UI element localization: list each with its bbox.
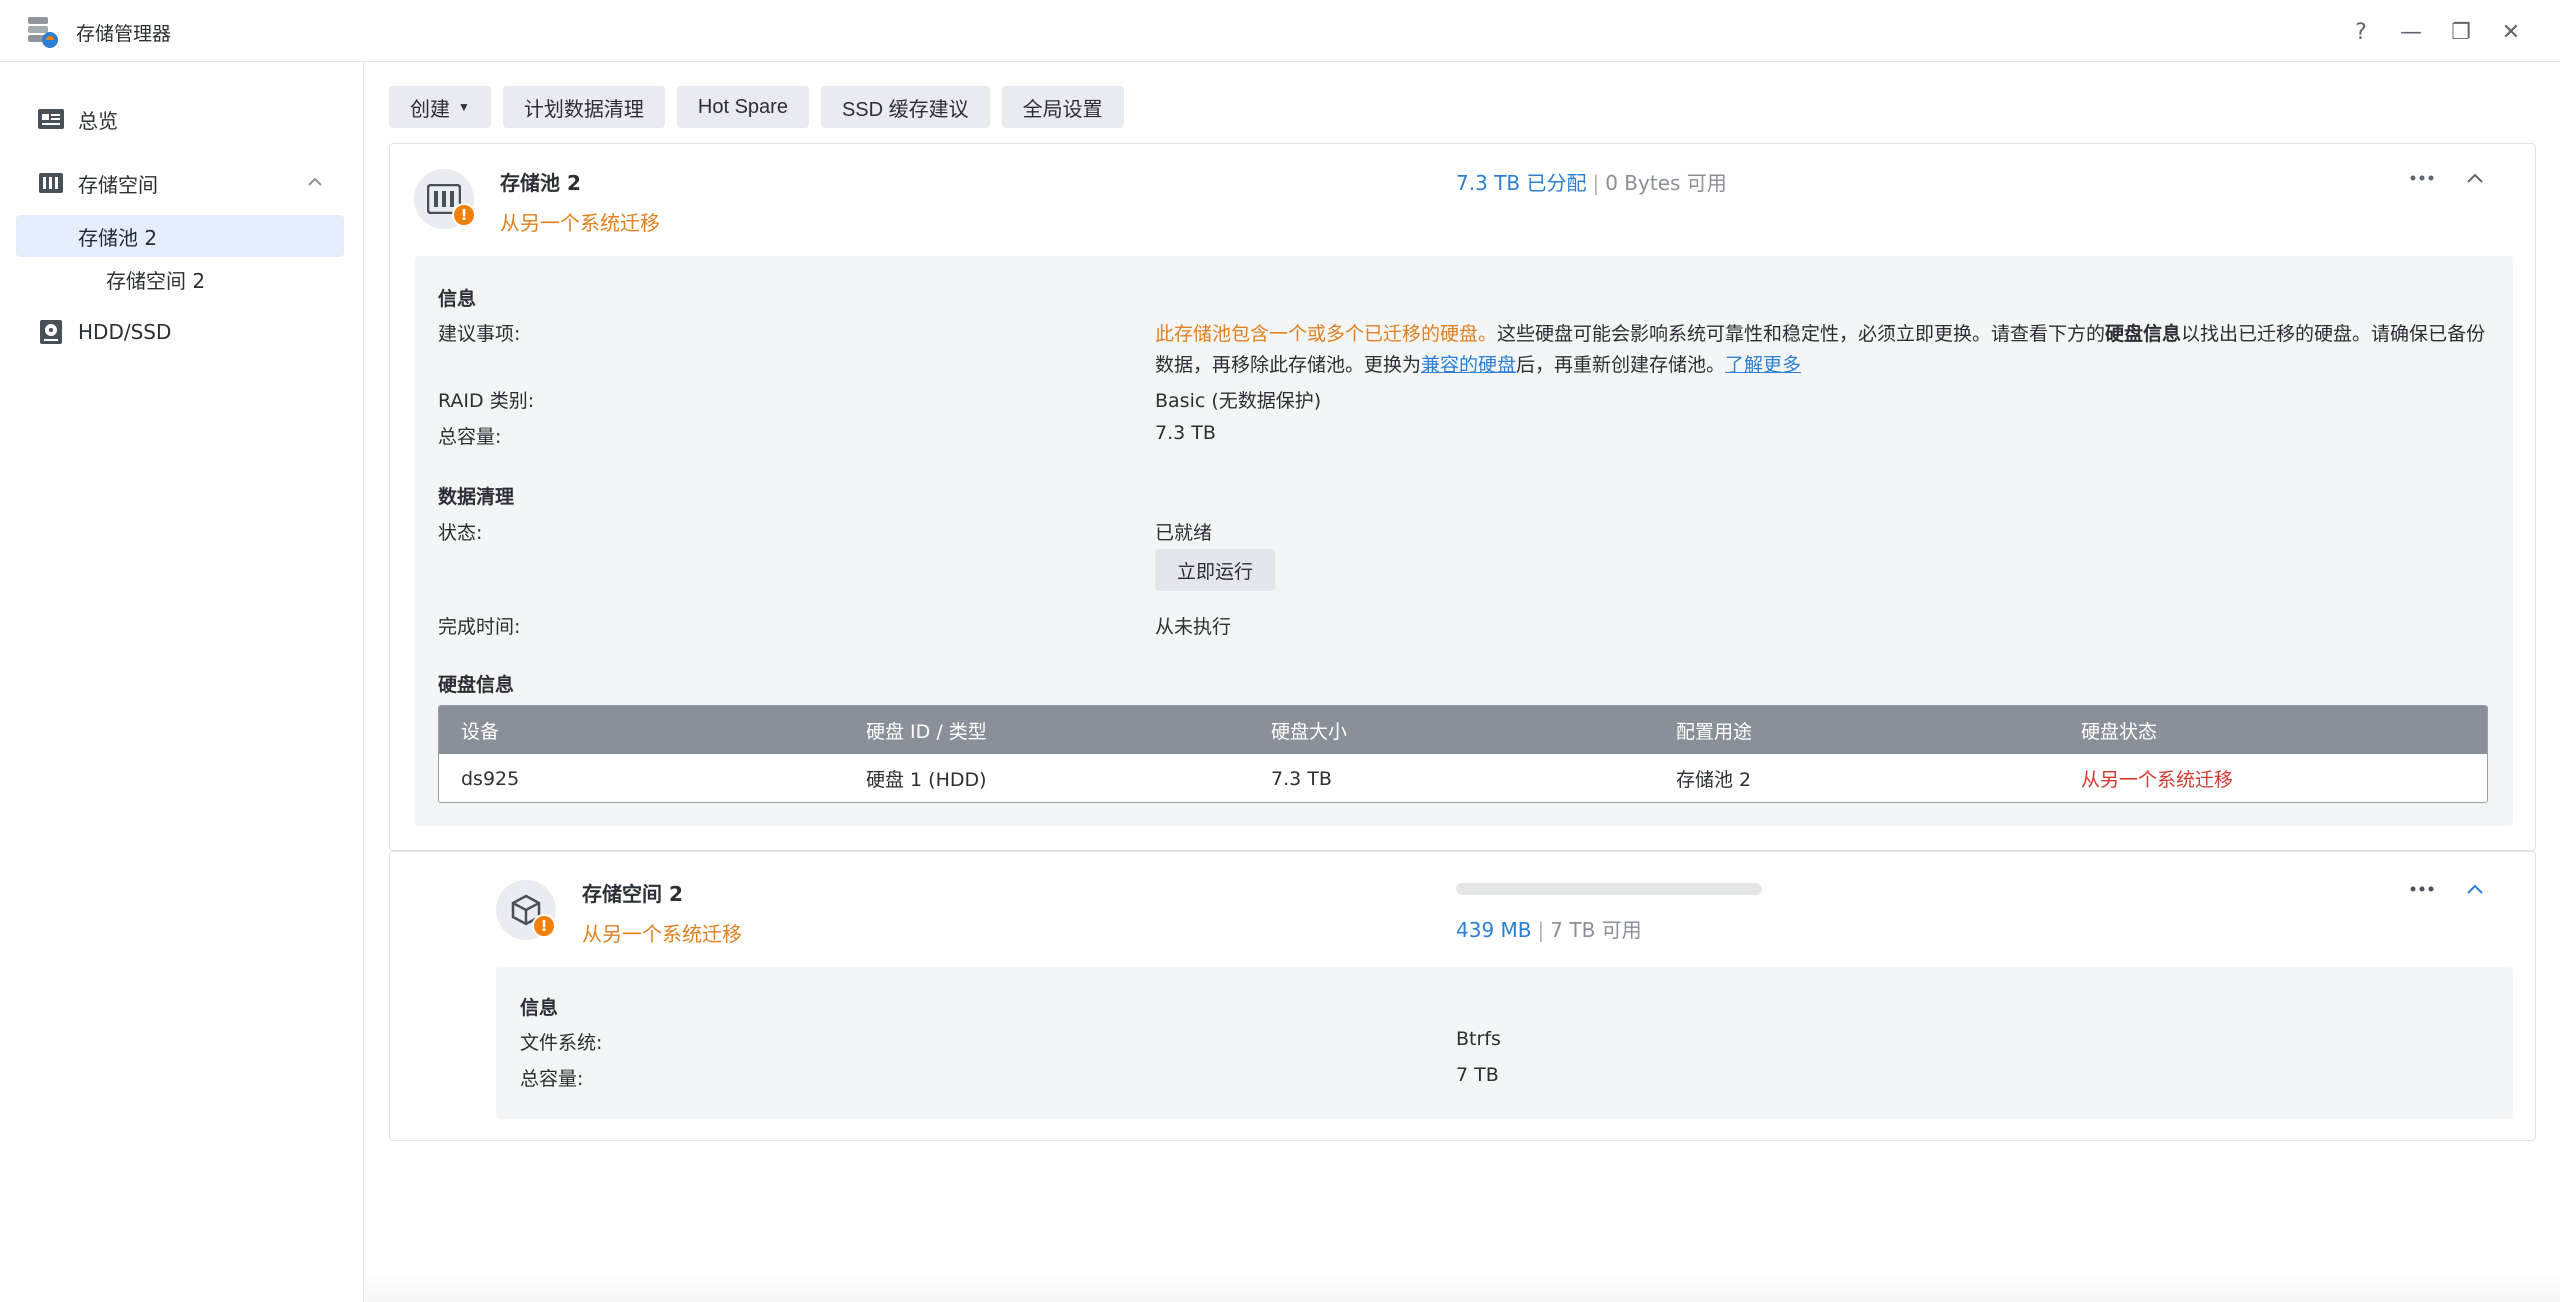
app-title: 存储管理器 [76,23,172,45]
sidebar-item-hdd-ssd[interactable]: HDD/SSD [16,311,344,353]
hot-spare-button[interactable]: Hot Spare [676,86,809,128]
create-button[interactable]: 创建 ▼ [389,86,491,128]
sidebar-item-pool-2[interactable]: 存储池 2 [16,215,344,257]
restore-icon[interactable]: ❐ [2436,14,2486,50]
volume-card: ! 存储空间 2 从另一个系统迁移 439 MB | 7 TB 可用 信息 文件系统… [389,851,2536,1141]
volume-title: 存储空间 2 [582,882,683,906]
sidebar: 总览 存储空间 存储池 2 存储空间 2 HDD/SSD [0,62,364,1302]
filesystem-label: 文件系统: [520,1032,603,1054]
ssd-cache-advice-button[interactable]: SSD 缓存建议 [820,86,990,128]
title-bar: 存储管理器 ? — ❐ ✕ [0,0,2560,62]
sidebar-item-storage[interactable]: 存储空间 [16,162,344,204]
chevron-up-icon[interactable] [304,171,326,193]
scrub-section-title: 数据清理 [438,486,515,508]
cell-disk-status: 从另一个系统迁移 [2081,769,2234,791]
toolbar: 创建 ▼ 计划数据清理 Hot Spare SSD 缓存建议 全局设置 [389,86,1124,128]
pool-status: 从另一个系统迁移 [500,211,660,235]
storage-icon [36,168,66,198]
compatible-disks-link[interactable]: 兼容的硬盘 [1421,354,1516,376]
filesystem-value: Btrfs [1456,1028,1501,1050]
col-disk-size[interactable]: 硬盘大小 [1249,717,1654,744]
capacity-label: 总容量: [520,1068,584,1090]
volume-usage-bar [1456,883,1762,895]
sidebar-item-label: 存储空间 [78,172,158,197]
pool-available: 0 Bytes 可用 [1605,171,1727,195]
collapse-chevron-icon[interactable] [2455,160,2495,196]
sidebar-item-overview[interactable]: 总览 [16,98,344,140]
capacity-label: 总容量: [438,426,502,448]
col-allocation[interactable]: 配置用途 [1654,717,2059,744]
pool-used: 7.3 TB 已分配 [1456,171,1587,195]
more-options-icon[interactable] [2402,871,2442,907]
disk-table-header: 设备 硬盘 ID / 类型 硬盘大小 配置用途 硬盘状态 [439,706,2487,754]
sidebar-item-label: 存储空间 2 [106,268,206,293]
caret-down-icon: ▼ [458,100,470,114]
volume-usage: 439 MB | 7 TB 可用 [1456,918,1642,942]
pool-usage: 7.3 TB 已分配 | 0 Bytes 可用 [1456,171,1727,195]
info-section-title: 信息 [520,997,559,1019]
volume-details-panel: 信息 文件系统: Btrfs 总容量: 7 TB [496,967,2513,1119]
raid-label: RAID 类别: [438,390,535,412]
window-controls: ? — ❐ ✕ [2336,14,2536,50]
volume-status: 从另一个系统迁移 [582,922,742,946]
sidebar-item-label: 总览 [78,108,118,133]
collapse-chevron-icon[interactable] [2455,871,2495,907]
learn-more-link[interactable]: 了解更多 [1725,354,1801,376]
sidebar-item-volume-2[interactable]: 存储空间 2 [16,258,344,300]
disk-info-section-title: 硬盘信息 [438,674,515,696]
table-row[interactable]: ds925 硬盘 1 (HDD) 7.3 TB 存储池 2 从另一个系统迁移 [439,754,2487,802]
capacity-value: 7.3 TB [1155,422,1216,444]
completed-time-label: 完成时间: [438,616,521,638]
storage-pool-card: ! 存储池 2 从另一个系统迁移 7.3 TB 已分配 | 0 Bytes 可用 信… [389,143,2536,851]
bottom-shadow [364,1270,2560,1302]
col-device[interactable]: 设备 [439,717,844,744]
disk-table: 设备 硬盘 ID / 类型 硬盘大小 配置用途 硬盘状态 ds925 硬盘 1 … [438,705,2488,803]
warning-icon: ! [532,914,556,938]
schedule-scrub-button[interactable]: 计划数据清理 [502,86,665,128]
sidebar-item-label: HDD/SSD [78,320,172,344]
storage-manager-app-icon [24,14,60,50]
cell-disk-size: 7.3 TB [1271,767,1332,790]
col-disk-status[interactable]: 硬盘状态 [2059,717,2464,744]
scrub-state-label: 状态: [438,522,483,544]
info-section-title: 信息 [438,288,477,310]
cell-disk-id: 硬盘 1 (HDD) [866,769,987,791]
close-icon[interactable]: ✕ [2486,14,2536,50]
pool-title: 存储池 2 [500,171,581,195]
volume-used: 439 MB [1456,918,1532,942]
cell-allocation: 存储池 2 [1676,769,1752,791]
sidebar-item-label: 存储池 2 [78,225,158,250]
disk-icon [36,317,66,347]
global-settings-button[interactable]: 全局设置 [1001,86,1124,128]
cell-device: ds925 [461,767,520,790]
raid-value: Basic (无数据保护) [1155,390,1322,412]
more-options-icon[interactable] [2402,160,2442,196]
overview-icon [36,104,66,134]
warning-icon: ! [452,203,476,227]
advice-text: 此存储池包含一个或多个已迁移的硬盘。这些硬盘可能会影响系统可靠性和稳定性，必须立… [1155,323,2486,376]
scrub-state-value: 已就绪 [1155,522,1213,544]
run-now-button[interactable]: 立即运行 [1155,549,1276,591]
capacity-value: 7 TB [1456,1064,1499,1086]
minimize-icon[interactable]: — [2386,14,2436,50]
completed-time-value: 从未执行 [1155,616,1232,638]
help-icon[interactable]: ? [2336,14,2386,50]
volume-available: 7 TB 可用 [1550,918,1642,942]
advice-label: 建议事项: [438,323,521,345]
col-disk-id[interactable]: 硬盘 ID / 类型 [844,717,1249,744]
